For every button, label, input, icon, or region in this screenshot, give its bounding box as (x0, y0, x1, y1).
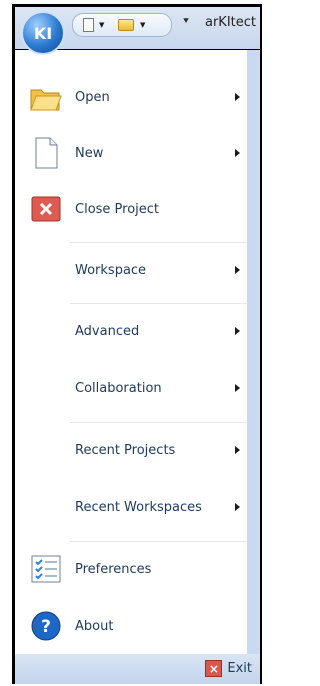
submenu-arrow-icon (235, 93, 240, 101)
preferences-icon (31, 555, 61, 583)
menu-item-preferences[interactable]: Preferences (15, 541, 247, 597)
menu-item-about[interactable]: ? About (15, 598, 247, 654)
new-document-icon[interactable] (83, 18, 94, 32)
menu-item-new[interactable]: New (15, 125, 247, 181)
open-folder-icon[interactable] (118, 19, 134, 31)
submenu-arrow-icon (235, 149, 240, 157)
new-document-icon (35, 137, 58, 169)
menu-item-label: New (75, 145, 104, 161)
menu-footer: × Exit (15, 654, 260, 684)
menu-item-label: Workspace (75, 262, 147, 278)
customize-icon[interactable]: ⯆ (182, 16, 190, 27)
menu-item-label: Close Project (75, 201, 160, 217)
menu-item-open[interactable]: Open (15, 69, 247, 125)
menu-item-label: Collaboration (75, 380, 162, 396)
menu-item-recent-projects[interactable]: Recent Projects (15, 422, 247, 478)
submenu-arrow-icon (235, 327, 240, 335)
exit-label: Exit (227, 661, 252, 676)
svg-text:?: ? (41, 617, 51, 637)
app-logo-text: KI (33, 23, 53, 43)
menu-item-advanced[interactable]: Advanced (15, 303, 247, 359)
help-icon: ? (31, 611, 61, 641)
folder-open-icon (30, 89, 62, 111)
submenu-arrow-icon (235, 384, 240, 392)
submenu-arrow-icon (235, 446, 240, 454)
exit-icon: × (205, 660, 223, 677)
menu-item-collaboration[interactable]: Collaboration (15, 360, 247, 416)
exit-button[interactable]: × Exit (205, 660, 252, 677)
close-project-icon (31, 196, 61, 222)
dropdown-arrow-icon[interactable]: ▼ (140, 21, 145, 29)
window-title: arKItect (205, 15, 257, 30)
menu-item-label: Advanced (75, 323, 140, 339)
menu-item-label: About (75, 618, 114, 634)
menu-item-label: Recent Workspaces (75, 499, 202, 515)
submenu-arrow-icon (235, 503, 240, 511)
dropdown-arrow-icon[interactable]: ▼ (99, 21, 104, 29)
menu-item-close-project[interactable]: Close Project (15, 181, 247, 237)
menu-item-label: Open (75, 89, 110, 105)
quick-access-toolbar: ▼ ▼ (72, 13, 172, 37)
app-menu-button[interactable]: KI (21, 11, 65, 55)
menu-right-panel (247, 50, 260, 654)
menu-item-workspace[interactable]: Workspace (15, 242, 247, 298)
application-menu: Open New Close Project Workspace Advance… (15, 50, 247, 654)
menu-item-label: Recent Projects (75, 442, 176, 458)
menu-item-recent-workspaces[interactable]: Recent Workspaces (15, 479, 247, 535)
menu-item-label: Preferences (75, 561, 152, 577)
submenu-arrow-icon (235, 266, 240, 274)
